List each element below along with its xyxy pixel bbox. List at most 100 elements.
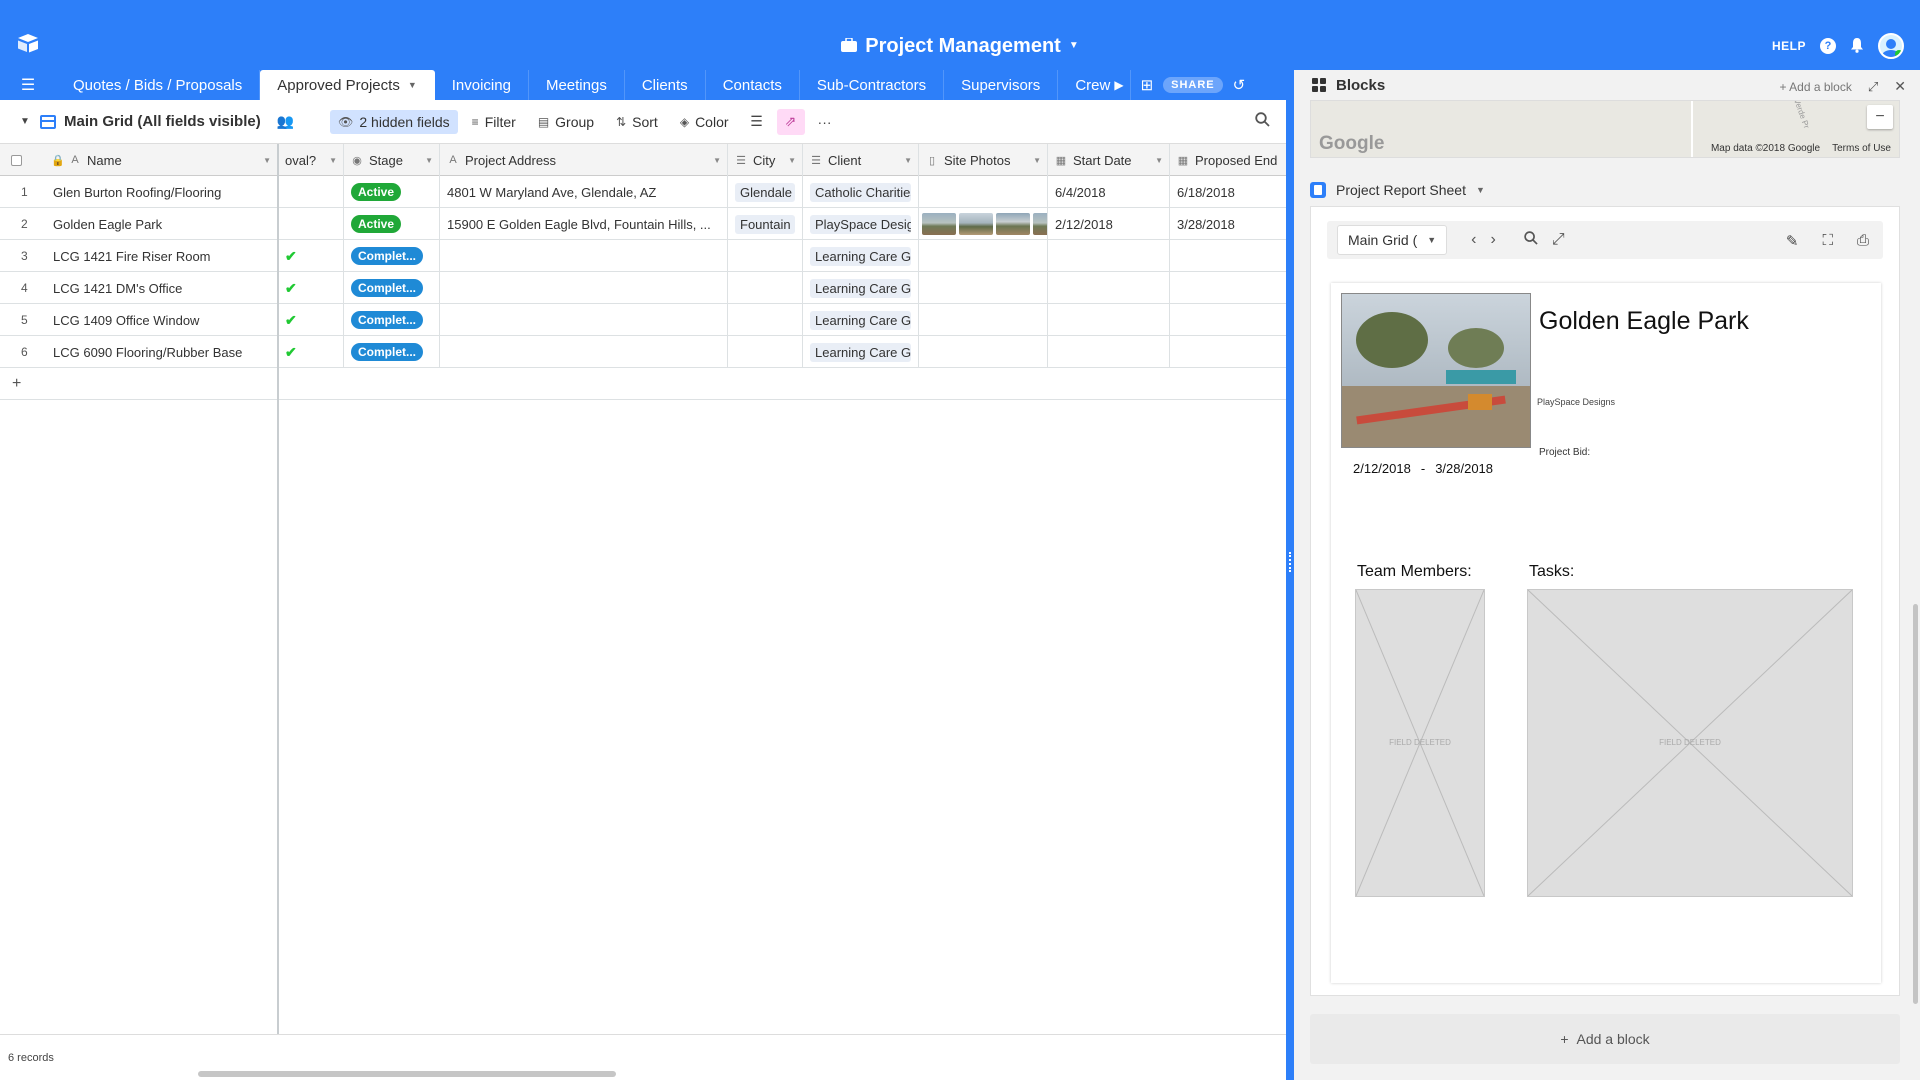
edit-pencil-icon[interactable]: ✎ [1786,232,1799,250]
site-photo-thumbnail[interactable] [1033,213,1047,235]
site-photo-thumbnail[interactable] [922,213,956,235]
client-cell[interactable]: PlaySpace Designs [803,208,919,240]
column-header-name[interactable]: 🔒 A Name ▼ [46,144,278,176]
column-header-project-address[interactable]: A Project Address ▼ [440,144,728,176]
site-photos-cell[interactable] [919,272,1048,304]
row-number-cell[interactable]: 5 [0,304,46,336]
start-date-cell[interactable]: 6/4/2018 [1048,176,1170,208]
collaborators-icon[interactable]: 👥 [277,113,294,130]
approval-cell[interactable] [278,208,344,240]
tab-sub-contractors[interactable]: Sub-Contractors [800,70,945,100]
site-photos-cell[interactable] [919,240,1048,272]
client-cell[interactable]: Catholic Charities [803,176,919,208]
map-block[interactable]: Verde Pr Google − Map data ©2018 Google … [1310,100,1900,158]
stage-cell[interactable]: Active [344,208,440,240]
user-avatar[interactable] [1878,33,1904,59]
start-date-cell[interactable] [1048,304,1170,336]
city-cell[interactable]: Fountain H [728,208,803,240]
row-number-cell[interactable]: 1 [0,176,46,208]
report-block-header[interactable]: Project Report Sheet ▼ [1310,182,1485,198]
name-cell[interactable]: LCG 1421 Fire Riser Room [46,240,278,272]
history-icon[interactable]: ↺ [1233,76,1246,94]
sort-button[interactable]: ⇅ Sort [608,110,666,134]
add-record-button[interactable]: + [0,368,278,400]
expand-icon[interactable]: ⤢ [1552,231,1565,249]
help-label[interactable]: HELP [1772,39,1806,53]
tab-supervisors[interactable]: Supervisors [944,70,1059,100]
column-header-client[interactable]: ☰ Client ▼ [803,144,919,176]
zoom-out-icon[interactable]: − [1867,105,1893,129]
row-number-cell[interactable]: 2 [0,208,46,240]
column-header-stage[interactable]: ◉ Stage ▼ [344,144,440,176]
address-cell[interactable]: 15900 E Golden Eagle Blvd, Fountain Hill… [440,208,728,240]
chevron-down-icon[interactable]: ▼ [904,156,912,165]
scroll-tabs-arrow-icon[interactable]: ▶ [1114,78,1123,92]
start-date-cell[interactable]: 2/12/2018 [1048,208,1170,240]
chevron-down-icon[interactable]: ▼ [1033,156,1041,165]
city-cell[interactable] [728,304,803,336]
address-cell[interactable] [440,272,728,304]
end-date-cell[interactable]: 3/28/2018 [1170,208,1286,240]
address-cell[interactable] [440,336,728,368]
site-photos-cell[interactable] [919,304,1048,336]
tab-approved-projects[interactable]: Approved Projects ▼ [260,70,435,100]
end-date-cell[interactable]: 6/18/2018 [1170,176,1286,208]
bell-icon[interactable] [1850,37,1864,56]
end-date-cell[interactable] [1170,272,1286,304]
address-cell[interactable] [440,240,728,272]
column-header-start-date[interactable]: ▦ Start Date ▼ [1048,144,1170,176]
tab-clients[interactable]: Clients [625,70,706,100]
pane-resize-handle[interactable] [1286,100,1294,1080]
city-cell[interactable] [728,336,803,368]
print-icon[interactable]: ⎙ [1857,232,1869,250]
next-record-icon[interactable]: › [1490,231,1495,249]
table-row[interactable]: 4 LCG 1421 DM's Office ✔ Complet... Learning… [0,272,1286,304]
stage-cell[interactable]: Complet... [344,272,440,304]
end-date-cell[interactable] [1170,304,1286,336]
start-date-cell[interactable] [1048,336,1170,368]
chevron-down-icon[interactable]: ▼ [788,156,796,165]
start-date-cell[interactable] [1048,272,1170,304]
base-title[interactable]: Project Management ▼ [0,34,1920,58]
name-cell[interactable]: LCG 6090 Flooring/Rubber Base [46,336,278,368]
address-cell[interactable]: 4801 W Maryland Ave, Glendale, AZ [440,176,728,208]
column-header-site-photos[interactable]: ▯ Site Photos ▼ [919,144,1048,176]
search-icon[interactable] [1255,112,1270,131]
site-photos-cell[interactable] [919,208,1048,240]
table-row[interactable]: 2 Golden Eagle Park Active 15900 E Golden E… [0,208,1286,240]
add-block-link[interactable]: + Add a block [1779,80,1851,94]
color-button[interactable]: ◈ Color [672,110,737,134]
chevron-down-icon[interactable]: ▼ [329,156,337,165]
stage-cell[interactable]: Complet... [344,304,440,336]
chevron-down-icon[interactable]: ▼ [425,156,433,165]
horizontal-scrollbar[interactable] [198,1071,616,1077]
resize-grip-icon[interactable] [1289,552,1291,572]
hidden-fields-button[interactable]: 👁 2 hidden fields [330,109,458,134]
row-number-cell[interactable]: 3 [0,240,46,272]
tab-quotes-bids-proposals[interactable]: Quotes / Bids / Proposals [56,70,261,100]
column-header-city[interactable]: ☰ City ▼ [728,144,803,176]
approval-cell[interactable]: ✔ [278,240,344,272]
approval-cell[interactable]: ✔ [278,304,344,336]
stage-cell[interactable]: Active [344,176,440,208]
previous-record-icon[interactable]: ‹ [1471,231,1476,249]
site-photo-thumbnail[interactable] [959,213,993,235]
terms-of-use-link[interactable]: Terms of Use [1832,143,1891,154]
group-button[interactable]: ▤ Group [530,110,602,134]
end-date-cell[interactable] [1170,336,1286,368]
city-cell[interactable] [728,240,803,272]
name-cell[interactable]: LCG 1409 Office Window [46,304,278,336]
table-row[interactable]: 6 LCG 6090 Flooring/Rubber Base ✔ Complet..… [0,336,1286,368]
client-cell[interactable]: Learning Care Gr [803,336,919,368]
chevron-down-icon[interactable]: ▼ [263,156,271,165]
approval-cell[interactable]: ✔ [278,336,344,368]
frozen-column-divider[interactable] [277,144,279,1034]
add-table-icon[interactable]: ⊞ [1141,76,1154,94]
site-photo-thumbnail[interactable] [996,213,1030,235]
table-row[interactable]: 1 Glen Burton Roofing/Flooring Active 4801 … [0,176,1286,208]
filter-button[interactable]: ≡ Filter [464,110,524,134]
name-cell[interactable]: LCG 1421 DM's Office [46,272,278,304]
hamburger-menu-icon[interactable]: ☰ [0,70,56,100]
approval-cell[interactable] [278,176,344,208]
vertical-scrollbar[interactable] [1913,604,1918,1004]
